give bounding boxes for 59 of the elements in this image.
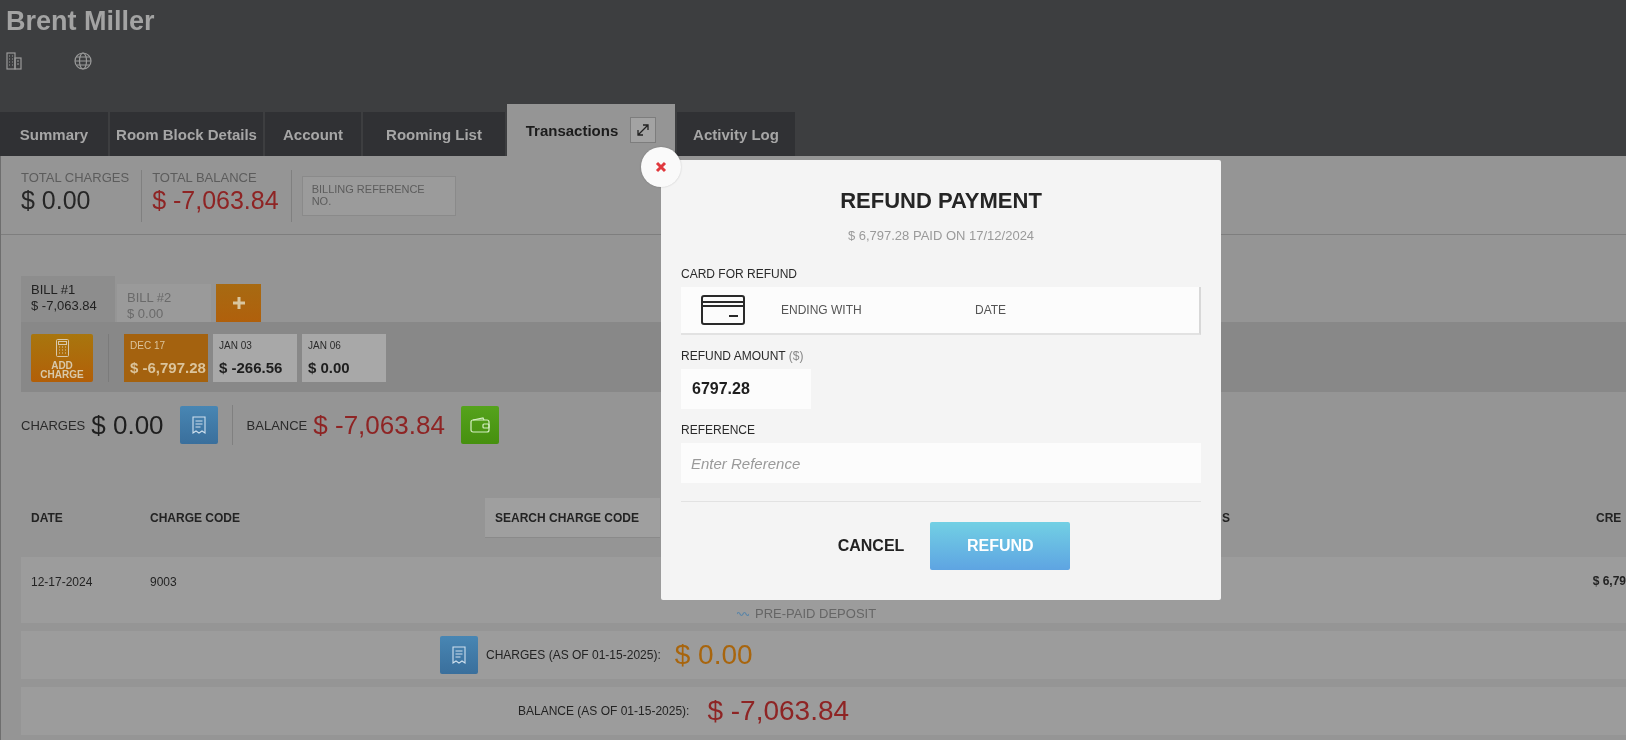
- building-icon: [6, 52, 22, 70]
- amount-field[interactable]: 6797.28: [681, 369, 811, 409]
- guest-name: Brent Miller: [6, 5, 155, 38]
- wave-icon: [737, 610, 749, 617]
- tab[interactable]: Transactions: [507, 104, 675, 156]
- tab[interactable]: Summary: [0, 112, 108, 156]
- charges-label: CHARGES: [21, 417, 86, 433]
- add-charge-button[interactable]: ADD CHARGE: [31, 334, 93, 382]
- dialog-title: REFUND PAYMENT: [839, 188, 1043, 214]
- receipt-icon: [452, 646, 466, 664]
- receipt-button[interactable]: [440, 636, 478, 674]
- summary-label: CHARGES (AS OF 01-15-2025):: [486, 648, 661, 662]
- tab[interactable]: Account: [265, 112, 361, 156]
- total-value: $ -7,063.84: [152, 186, 279, 215]
- receipt-button[interactable]: [179, 406, 218, 444]
- bill-tab[interactable]: BILL #1 $ -7,063.84: [21, 276, 115, 322]
- payment-card[interactable]: JAN 03 $ -266.56: [213, 334, 297, 382]
- wallet-button[interactable]: [460, 406, 499, 444]
- reference-field[interactable]: Enter Reference: [681, 443, 1201, 483]
- total-label: TOTAL CHARGES: [21, 170, 130, 185]
- search-field[interactable]: SEARCH CHARGE CODE: [485, 498, 660, 538]
- column-header: CRE: [1596, 511, 1622, 525]
- tab[interactable]: Room Block Details: [110, 112, 263, 156]
- tab[interactable]: Activity Log: [677, 112, 795, 156]
- plus-icon: [231, 296, 246, 310]
- column-header: S: [1222, 511, 1230, 525]
- column-header: CHARGE CODE: [150, 511, 241, 525]
- card-selector[interactable]: ENDING WITH DATE: [681, 287, 1201, 335]
- dialog-subtitle: $ 6,797.28 PAID ON 17/12/2024: [846, 228, 1036, 243]
- field-label: REFUND AMOUNT ($): [681, 349, 805, 363]
- calculator-icon: [55, 339, 69, 357]
- credit-card-icon: [701, 295, 745, 325]
- expand-button[interactable]: [630, 117, 657, 143]
- globe-icon: [74, 52, 92, 70]
- balance-label: BALANCE: [246, 417, 308, 433]
- payment-card[interactable]: DEC 17 $ -6,797.28: [124, 334, 208, 382]
- table-cell: $ 6,79: [1592, 574, 1626, 588]
- charges-value: $ 0.00: [91, 409, 164, 441]
- table-cell-text: 12-17-2024: [31, 574, 94, 591]
- field-label: REFERENCE: [681, 423, 756, 437]
- table-cell-text: 9003: [150, 574, 177, 591]
- add-bill-button[interactable]: [216, 284, 261, 322]
- payment-card[interactable]: JAN 06 $ 0.00: [302, 334, 386, 382]
- tab[interactable]: Rooming List: [363, 112, 505, 156]
- cancel-button[interactable]: CANCEL: [831, 531, 911, 561]
- close-icon: [655, 161, 667, 173]
- column-header: DATE: [31, 511, 64, 525]
- expand-icon: [636, 123, 651, 137]
- receipt-icon: [191, 416, 206, 434]
- card-column-label: DATE: [975, 303, 1007, 317]
- balance-value: $ -7,063.84: [313, 409, 445, 441]
- total-label: TOTAL BALANCE: [152, 170, 258, 185]
- field-label: CARD FOR REFUND: [681, 267, 798, 281]
- card-column-label: ENDING WITH: [781, 303, 863, 317]
- summary-label: BALANCE (AS OF 01-15-2025):: [518, 704, 690, 718]
- total-value: $ 0.00: [21, 186, 92, 215]
- summary-value: $ 0.00: [674, 639, 753, 671]
- wallet-icon: [469, 417, 490, 433]
- summary-value: $ -7,063.84: [707, 695, 850, 727]
